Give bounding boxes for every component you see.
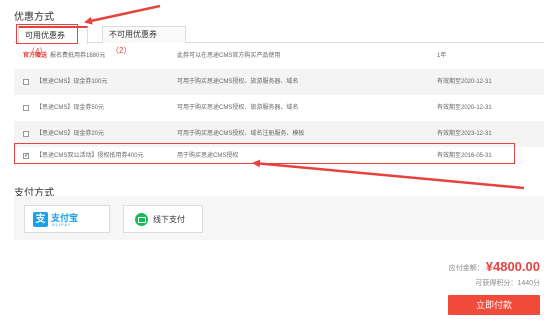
alipay-option[interactable]: 支 支付宝 ALIPAY (24, 205, 110, 233)
coupon-validity: 有效期至2020-12-31 (437, 105, 492, 111)
arrow-to-tab (84, 4, 161, 25)
coupon-row-official: 官方赠送 报名费抵用券1680元 此券可以在思途CMS官方购买产品使用 1年 (14, 43, 544, 69)
coupon-row[interactable]: 【思途CMS】现金券100元 可用于购买思途CMS授权、旅游服务器、域名 有效期… (14, 69, 544, 95)
coupon-name: 【思途CMS】现金券100元 (36, 79, 108, 85)
coupon-name: 【思途CMS】现金券50元 (36, 105, 105, 111)
offline-pay-option[interactable]: 线下支付 (123, 205, 203, 233)
highlight-box-tab (16, 24, 78, 44)
coupon-row[interactable]: 【思途CMS】现金券50元 可用于购买思途CMS授权、旅游服务器、域名 有效期至… (14, 95, 544, 121)
points-line: 可获得积分：1440分 (475, 278, 540, 288)
coupon-desc: 此券可以在思途CMS官方购买产品使用 (177, 53, 281, 59)
official-gift-tag: 官方赠送 (23, 53, 48, 59)
coupon-checkbox[interactable] (23, 131, 29, 137)
coupon-checkbox[interactable] (23, 105, 29, 111)
coupon-desc: 可用于购买思途CMS授权、旅游服务器、域名 (177, 79, 299, 85)
highlight-box-row (14, 143, 515, 164)
tab-unavailable-label: 不可用优惠券 (109, 30, 157, 39)
tab-unavailable-coupons[interactable]: 不可用优惠券（2） (102, 26, 186, 55)
total-amount-line: 应付金额： ¥4800.00 (449, 259, 540, 274)
coupon-validity: 有效期至2020-12-31 (437, 79, 492, 85)
coupon-validity: 1年 (437, 53, 447, 59)
alipay-icon: 支 (33, 212, 48, 227)
pay-now-button[interactable]: 立即付款 (448, 295, 540, 315)
payment-methods-panel: 支 支付宝 ALIPAY 线下支付 (14, 196, 544, 240)
amount-label: 应付金额： (448, 265, 484, 272)
offline-pay-label: 线下支付 (153, 215, 185, 224)
coupon-tabs: 可用优惠券（4） 不可用优惠券（2） (14, 26, 544, 56)
points-label: 可获得积分： (475, 280, 518, 287)
total-amount: ¥4800.00 (485, 259, 540, 274)
coupon-checkbox[interactable] (23, 79, 29, 85)
alipay-sublabel: ALIPAY (52, 222, 72, 227)
coupon-name: 报名费抵用券1680元 (50, 53, 106, 59)
coupon-desc: 可用于购买思途CMS授权、旅游服务器、域名 (177, 105, 299, 111)
points-value: 1440分 (517, 280, 540, 287)
offline-pay-icon (135, 213, 148, 226)
coupon-section-title: 优惠方式 (14, 12, 54, 23)
